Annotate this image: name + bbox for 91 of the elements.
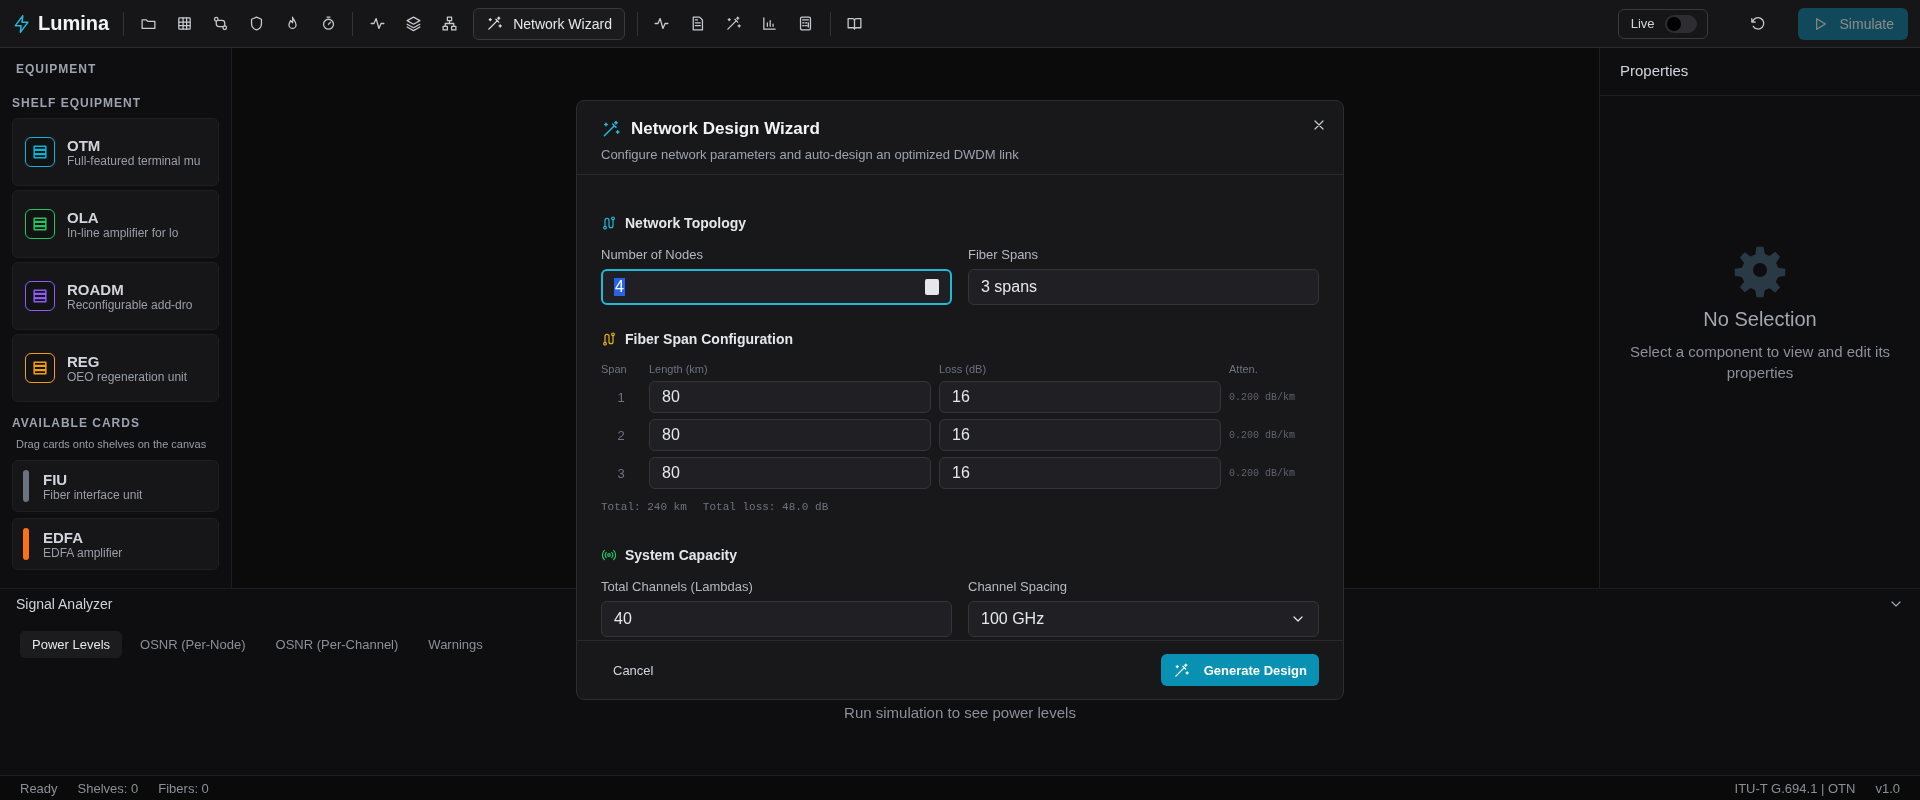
- status-text: Ready: [20, 780, 58, 796]
- shelf-item[interactable]: OLA In-line amplifier for lo: [12, 190, 219, 258]
- shelf-item[interactable]: OTM Full-featured terminal mu: [12, 118, 219, 186]
- attenuation-text: 0.200 dB/km: [1229, 391, 1296, 403]
- column-header: Atten.: [1229, 363, 1259, 375]
- section-heading: SHELF EQUIPMENT: [12, 96, 142, 110]
- hierarchy-icon-glyph: [440, 15, 458, 32]
- section-title: Fiber Span Configuration: [625, 331, 793, 347]
- span-number: 2: [616, 427, 626, 443]
- panel-title: Properties: [1600, 48, 1920, 96]
- empty-state-text: Run simulation to see power levels: [844, 704, 1076, 721]
- magic-wand-icon-glyph: [725, 15, 743, 32]
- card-description: EDFA amplifier: [43, 545, 123, 560]
- shelf-name: REG: [67, 352, 101, 370]
- lightning-bolt-icon: [12, 13, 32, 34]
- number-input[interactable]: 4: [601, 269, 952, 305]
- shelf-description: Full-featured terminal mu: [67, 153, 201, 168]
- status-text: v1.0: [1875, 780, 1900, 796]
- number-input[interactable]: 40: [601, 601, 952, 637]
- dialog-subtitle: Configure network parameters and auto-design an optimized DWDM link: [601, 147, 1020, 162]
- length-input[interactable]: 80: [649, 457, 931, 489]
- section-title: Network Topology: [625, 215, 747, 231]
- length-input[interactable]: 80: [649, 381, 931, 413]
- field-label: Total Channels (Lambdas): [601, 579, 754, 594]
- cards-hint: Drag cards onto shelves on the canvas: [16, 438, 208, 450]
- card-name: EDFA: [43, 528, 84, 546]
- dialog-title: Network Design Wizard: [631, 119, 820, 139]
- analyzer-tab[interactable]: Power Levels: [20, 631, 123, 658]
- length-input[interactable]: 80: [649, 419, 931, 451]
- magic-wand-icon: [486, 15, 504, 32]
- card-item[interactable]: EDFA EDFA amplifier: [12, 518, 219, 570]
- grid-icon-glyph: [175, 15, 193, 32]
- magic-wand-icon: [1172, 661, 1190, 679]
- field-label: Channel Spacing: [968, 579, 1069, 594]
- layers-icon-glyph: [404, 15, 422, 32]
- status-text: Fibers: 0: [158, 780, 209, 796]
- loss-input[interactable]: 16: [939, 381, 1221, 413]
- shelf-description: In-line amplifier for lo: [67, 225, 179, 240]
- column-header: Length (km): [649, 363, 709, 375]
- section-title: System Capacity: [625, 547, 738, 563]
- text-field[interactable]: 3 spans: [968, 269, 1319, 305]
- field-label: Number of Nodes: [601, 247, 704, 262]
- card-description: Fiber interface unit: [43, 487, 143, 502]
- loss-input[interactable]: 16: [939, 457, 1221, 489]
- pulse-icon-glyph: [653, 15, 671, 32]
- shelf-name: OLA: [67, 208, 100, 226]
- toggle-switch[interactable]: [1664, 14, 1697, 33]
- shelf-item[interactable]: REG OEO regeneration unit: [12, 334, 219, 402]
- span-number: 1: [616, 389, 626, 405]
- total-loss: Total loss: 48.0 dB: [702, 501, 829, 513]
- column-header: Loss (dB): [939, 363, 988, 375]
- column-header: Span: [601, 363, 628, 375]
- analyzer-tab[interactable]: Warnings: [416, 631, 495, 658]
- status-text: Shelves: 0: [77, 780, 139, 796]
- shelf-name: OTM: [67, 136, 102, 154]
- panel-title: Signal Analyzer: [16, 596, 113, 612]
- span-number: 3: [616, 465, 626, 481]
- attenuation-text: 0.200 dB/km: [1229, 467, 1296, 479]
- undo-icon: [1749, 15, 1767, 32]
- select-dropdown[interactable]: 100 GHz: [968, 601, 1319, 637]
- card-name: FIU: [43, 470, 69, 488]
- bar-chart-icon-glyph: [761, 15, 779, 32]
- branch-icon-glyph: [211, 15, 229, 32]
- generate-design-button[interactable]: Generate Design: [1160, 654, 1319, 686]
- total-length: Total: 240 km: [601, 501, 687, 513]
- shelf-item[interactable]: ROADM Reconfigurable add-dro: [12, 262, 219, 330]
- shelf-name: ROADM: [67, 280, 125, 298]
- shelf-description: Reconfigurable add-dro: [67, 297, 193, 312]
- empty-state-text: Select a component to view and edit its properties: [1628, 341, 1892, 383]
- analyzer-tab[interactable]: OSNR (Per-Node): [128, 631, 258, 658]
- card-item[interactable]: FIU Fiber interface unit: [12, 460, 219, 512]
- field-label: Fiber Spans: [968, 247, 1040, 262]
- live-toggle[interactable]: Live: [1617, 8, 1708, 39]
- loss-input[interactable]: 16: [939, 419, 1221, 451]
- cancel-button[interactable]: Cancel: [601, 654, 666, 686]
- network-wizard-button[interactable]: Network Wizard: [473, 7, 625, 40]
- route-icon: [601, 215, 617, 231]
- pulse-icon-glyph: [368, 15, 386, 32]
- book-icon-glyph: [846, 15, 864, 32]
- route-icon: [601, 331, 617, 347]
- live-label: Live: [1630, 16, 1655, 31]
- empty-state-title: No Selection: [1703, 307, 1817, 331]
- app-logo-text: Lumina: [38, 12, 110, 35]
- sidebar-title: EQUIPMENT: [15, 61, 98, 78]
- analyzer-tab[interactable]: OSNR (Per-Channel): [263, 631, 411, 658]
- magic-wand-icon: [601, 119, 621, 139]
- broadcast-icon: [601, 547, 617, 563]
- shelf-description: OEO regeneration unit: [67, 369, 188, 384]
- status-text: ITU-T G.694.1 | OTN: [1734, 780, 1856, 796]
- attenuation-text: 0.200 dB/km: [1229, 429, 1296, 441]
- section-heading: AVAILABLE CARDS: [12, 416, 141, 430]
